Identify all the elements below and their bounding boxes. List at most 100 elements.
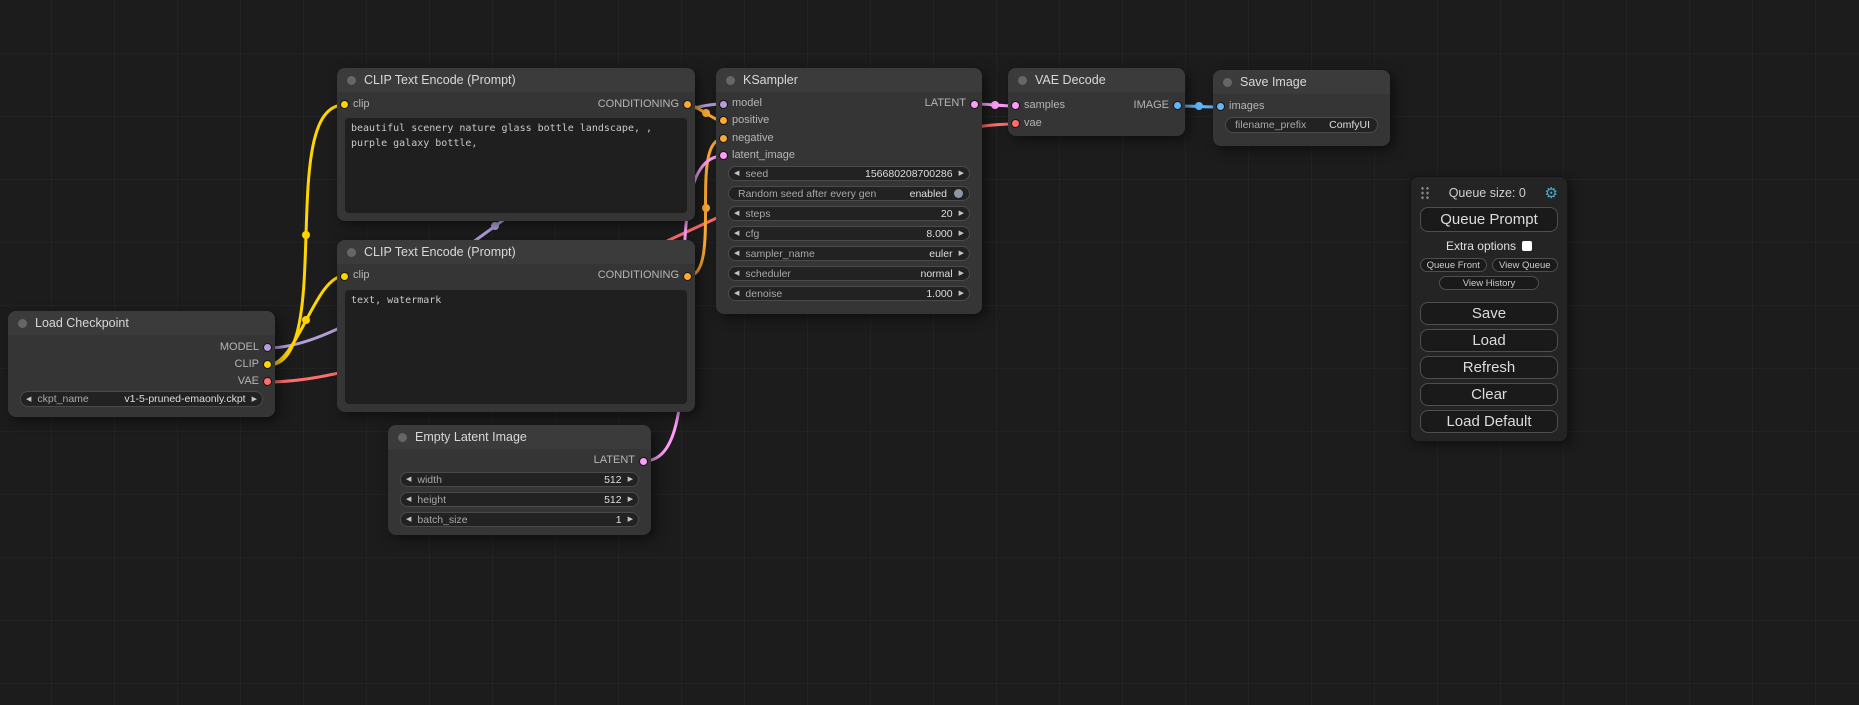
widget-value: euler <box>929 248 952 260</box>
positive-prompt-textarea[interactable]: beautiful scenery nature glass bottle la… <box>345 118 687 213</box>
increment-arrow-icon[interactable]: ▶ <box>959 230 964 237</box>
decrement-arrow-icon[interactable]: ◀ <box>406 496 411 503</box>
input-port-clip[interactable] <box>340 272 349 281</box>
decrement-arrow-icon[interactable]: ◀ <box>406 476 411 483</box>
output-port-image[interactable] <box>1173 101 1182 110</box>
input-label-latent-image: latent_image <box>732 149 795 161</box>
batch-size-widget[interactable]: ◀ batch_size 1 ▶ <box>400 512 639 527</box>
input-port-model[interactable] <box>719 100 728 109</box>
increment-arrow-icon[interactable]: ▶ <box>959 290 964 297</box>
node-titlebar[interactable]: VAE Decode <box>1008 68 1185 92</box>
node-status-dot <box>347 248 356 257</box>
widget-value: 1 <box>616 514 622 526</box>
widget-value: 8.000 <box>926 228 952 240</box>
node-save-image[interactable]: Save Image images filename_prefix ComfyU… <box>1213 70 1390 146</box>
increment-arrow-icon[interactable]: ▶ <box>628 476 633 483</box>
cfg-widget[interactable]: ◀ cfg 8.000 ▶ <box>728 226 970 241</box>
increment-arrow-icon[interactable]: ▶ <box>252 396 257 403</box>
node-clip-text-encode-positive[interactable]: CLIP Text Encode (Prompt) clip CONDITION… <box>337 68 695 221</box>
increment-arrow-icon[interactable]: ▶ <box>959 170 964 177</box>
increment-arrow-icon[interactable]: ▶ <box>959 270 964 277</box>
widget-value: ComfyUI <box>1329 119 1370 131</box>
decrement-arrow-icon[interactable]: ◀ <box>734 230 739 237</box>
filename-prefix-widget[interactable]: filename_prefix ComfyUI <box>1225 117 1378 133</box>
decrement-arrow-icon[interactable]: ◀ <box>406 516 411 523</box>
increment-arrow-icon[interactable]: ▶ <box>628 496 633 503</box>
save-button[interactable]: Save <box>1420 302 1558 325</box>
width-widget[interactable]: ◀ width 512 ▶ <box>400 472 639 487</box>
clear-button[interactable]: Clear <box>1420 383 1558 406</box>
input-port-samples[interactable] <box>1011 101 1020 110</box>
input-label-clip: clip <box>353 98 370 110</box>
output-label-model: MODEL <box>220 341 259 353</box>
node-ksampler[interactable]: KSampler model positive negative latent_… <box>716 68 982 314</box>
toggle-knob-icon[interactable] <box>954 189 963 198</box>
decrement-arrow-icon[interactable]: ◀ <box>734 170 739 177</box>
queue-prompt-button[interactable]: Queue Prompt <box>1420 207 1558 232</box>
node-status-dot <box>726 76 735 85</box>
node-titlebar[interactable]: Save Image <box>1213 70 1390 94</box>
queue-front-button[interactable]: Queue Front <box>1420 258 1487 272</box>
input-port-vae[interactable] <box>1011 119 1020 128</box>
decrement-arrow-icon[interactable]: ◀ <box>734 250 739 257</box>
sampler-name-widget[interactable]: ◀ sampler_name euler ▶ <box>728 246 970 261</box>
output-port-latent[interactable] <box>970 100 979 109</box>
seed-widget[interactable]: ◀ seed 156680208700286 ▶ <box>728 166 970 181</box>
negative-prompt-textarea[interactable]: text, watermark <box>345 290 687 404</box>
output-port-conditioning[interactable] <box>683 100 692 109</box>
widget-label: Random seed after every gen <box>738 188 876 200</box>
load-button[interactable]: Load <box>1420 329 1558 352</box>
output-port-clip[interactable] <box>263 360 272 369</box>
wire-midpoint-dot <box>991 101 999 109</box>
increment-arrow-icon[interactable]: ▶ <box>959 250 964 257</box>
queue-size-label: Queue size: 0 <box>1430 186 1545 200</box>
node-status-dot <box>1018 76 1027 85</box>
view-history-button[interactable]: View History <box>1439 276 1539 290</box>
node-titlebar[interactable]: CLIP Text Encode (Prompt) <box>337 68 695 92</box>
settings-gear-icon[interactable]: ⚙ <box>1545 186 1558 201</box>
input-label-images: images <box>1229 100 1264 112</box>
decrement-arrow-icon[interactable]: ◀ <box>734 290 739 297</box>
panel-header: Queue size: 0 ⚙ <box>1420 183 1558 203</box>
view-queue-button[interactable]: View Queue <box>1492 258 1559 272</box>
node-empty-latent-image[interactable]: Empty Latent Image LATENT ◀ width 512 ▶ … <box>388 425 651 535</box>
output-port-conditioning[interactable] <box>683 272 692 281</box>
output-port-latent[interactable] <box>639 457 648 466</box>
input-port-negative[interactable] <box>719 134 728 143</box>
extra-options-row: Extra options <box>1420 239 1558 253</box>
increment-arrow-icon[interactable]: ▶ <box>628 516 633 523</box>
output-port-vae[interactable] <box>263 377 272 386</box>
widget-label: filename_prefix <box>1235 119 1306 131</box>
drag-handle-icon[interactable] <box>1420 186 1430 200</box>
denoise-widget[interactable]: ◀ denoise 1.000 ▶ <box>728 286 970 301</box>
output-port-model[interactable] <box>263 343 272 352</box>
increment-arrow-icon[interactable]: ▶ <box>959 210 964 217</box>
node-vae-decode[interactable]: VAE Decode samples vae IMAGE <box>1008 68 1185 136</box>
widget-value: 156680208700286 <box>865 168 953 180</box>
node-titlebar[interactable]: Load Checkpoint <box>8 311 275 335</box>
random-seed-toggle-widget[interactable]: Random seed after every gen enabled <box>728 186 970 201</box>
decrement-arrow-icon[interactable]: ◀ <box>734 210 739 217</box>
decrement-arrow-icon[interactable]: ◀ <box>734 270 739 277</box>
input-label-model: model <box>732 97 762 109</box>
node-clip-text-encode-negative[interactable]: CLIP Text Encode (Prompt) clip CONDITION… <box>337 240 695 412</box>
height-widget[interactable]: ◀ height 512 ▶ <box>400 492 639 507</box>
refresh-button[interactable]: Refresh <box>1420 356 1558 379</box>
node-graph-canvas[interactable]: Load Checkpoint MODEL CLIP VAE ◀ ckpt_na… <box>0 0 1859 705</box>
input-port-images[interactable] <box>1216 102 1225 111</box>
extra-options-checkbox[interactable] <box>1522 241 1532 251</box>
input-port-positive[interactable] <box>719 116 728 125</box>
decrement-arrow-icon[interactable]: ◀ <box>26 396 31 403</box>
input-port-latent-image[interactable] <box>719 151 728 160</box>
widget-label: cfg <box>745 228 759 240</box>
scheduler-widget[interactable]: ◀ scheduler normal ▶ <box>728 266 970 281</box>
node-load-checkpoint[interactable]: Load Checkpoint MODEL CLIP VAE ◀ ckpt_na… <box>8 311 275 417</box>
node-titlebar[interactable]: CLIP Text Encode (Prompt) <box>337 240 695 264</box>
steps-widget[interactable]: ◀ steps 20 ▶ <box>728 206 970 221</box>
node-titlebar[interactable]: KSampler <box>716 68 982 92</box>
load-default-button[interactable]: Load Default <box>1420 410 1558 433</box>
input-port-clip[interactable] <box>340 100 349 109</box>
node-titlebar[interactable]: Empty Latent Image <box>388 425 651 449</box>
ckpt-name-widget[interactable]: ◀ ckpt_name v1-5-pruned-emaonly.ckpt ▶ <box>20 391 263 407</box>
node-title: Empty Latent Image <box>415 430 527 444</box>
